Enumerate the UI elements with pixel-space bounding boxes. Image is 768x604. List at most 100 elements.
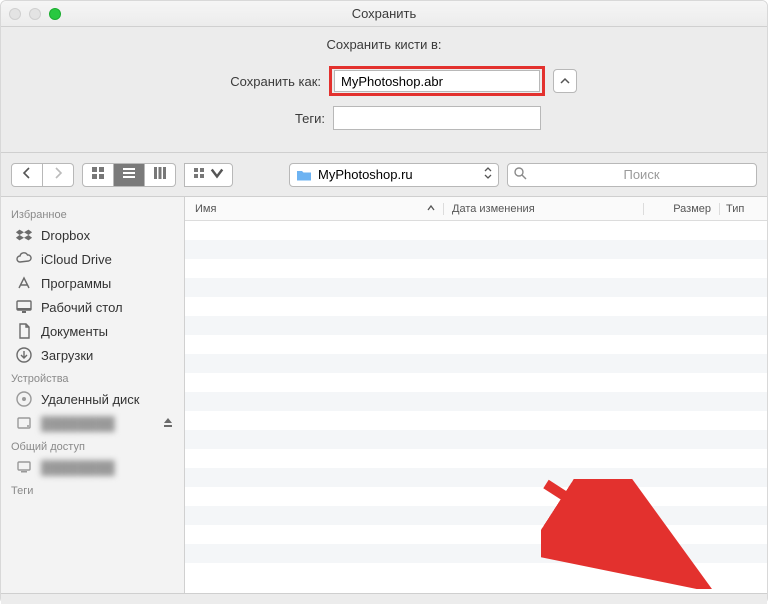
table-row bbox=[185, 240, 767, 259]
back-button[interactable] bbox=[11, 163, 43, 187]
file-listing: Имя Дата изменения Размер Тип bbox=[185, 197, 767, 593]
table-row bbox=[185, 525, 767, 544]
sidebar-item-disk[interactable]: ████████ bbox=[1, 411, 184, 435]
sidebar-item-label: ████████ bbox=[41, 460, 115, 475]
group-icon bbox=[193, 166, 207, 183]
sidebar-item-dropbox[interactable]: Dropbox bbox=[1, 223, 184, 247]
group-by-button[interactable] bbox=[184, 163, 233, 187]
sidebar-item-shared-computer[interactable]: ████████ bbox=[1, 455, 184, 479]
table-row bbox=[185, 487, 767, 506]
table-row bbox=[185, 411, 767, 430]
table-row bbox=[185, 259, 767, 278]
table-row bbox=[185, 221, 767, 240]
table-row bbox=[185, 297, 767, 316]
sidebar-item-label: ████████ bbox=[41, 416, 115, 431]
documents-icon bbox=[15, 322, 33, 340]
filename-highlight bbox=[329, 66, 545, 96]
column-date-label: Дата изменения bbox=[452, 203, 535, 215]
list-view-button[interactable] bbox=[114, 163, 145, 187]
sidebar-item-applications[interactable]: Программы bbox=[1, 271, 184, 295]
sidebar: Избранное Dropbox iCloud Drive Программы… bbox=[1, 197, 185, 593]
column-name[interactable]: Имя bbox=[185, 203, 443, 215]
folder-popup[interactable]: MyPhotoshop.ru bbox=[289, 163, 499, 187]
icon-view-button[interactable] bbox=[82, 163, 114, 187]
sidebar-item-remote-disk[interactable]: Удаленный диск bbox=[1, 387, 184, 411]
table-row bbox=[185, 468, 767, 487]
table-row bbox=[185, 544, 767, 563]
sidebar-item-label: Dropbox bbox=[41, 228, 90, 243]
column-type-label: Тип bbox=[726, 203, 744, 215]
sidebar-item-label: Загрузки bbox=[41, 348, 93, 363]
column-name-label: Имя bbox=[195, 203, 216, 215]
folder-name: MyPhotoshop.ru bbox=[318, 167, 413, 182]
browser-main: Избранное Dropbox iCloud Drive Программы… bbox=[1, 197, 767, 593]
column-date[interactable]: Дата изменения bbox=[443, 203, 643, 215]
sidebar-item-label: Рабочий стол bbox=[41, 300, 123, 315]
table-row bbox=[185, 392, 767, 411]
chevron-down-icon bbox=[210, 166, 224, 183]
sidebar-item-documents[interactable]: Документы bbox=[1, 319, 184, 343]
table-row bbox=[185, 354, 767, 373]
dropbox-icon bbox=[15, 226, 33, 244]
sidebar-item-icloud[interactable]: iCloud Drive bbox=[1, 247, 184, 271]
table-row bbox=[185, 335, 767, 354]
desktop-icon bbox=[15, 298, 33, 316]
sidebar-favorites-heading: Избранное bbox=[1, 203, 184, 223]
save-as-input[interactable] bbox=[334, 70, 540, 92]
disk-icon bbox=[15, 414, 33, 432]
computer-icon bbox=[15, 458, 33, 476]
table-row bbox=[185, 373, 767, 392]
downloads-icon bbox=[15, 346, 33, 364]
table-row bbox=[185, 316, 767, 335]
tags-label: Теги: bbox=[195, 111, 325, 126]
nav-back-forward bbox=[11, 163, 74, 187]
save-panel-header: Сохранить кисти в: Сохранить как: Теги: bbox=[1, 27, 767, 153]
table-row bbox=[185, 278, 767, 297]
sidebar-item-label: Удаленный диск bbox=[41, 392, 139, 407]
titlebar: Сохранить bbox=[1, 1, 767, 27]
applications-icon bbox=[15, 274, 33, 292]
chevron-up-icon bbox=[560, 74, 570, 89]
window-title: Сохранить bbox=[1, 6, 767, 21]
chevron-left-icon bbox=[20, 166, 34, 183]
sidebar-tags-heading: Теги bbox=[1, 479, 184, 499]
group-by-group bbox=[184, 163, 233, 187]
sidebar-item-label: iCloud Drive bbox=[41, 252, 112, 267]
sidebar-item-label: Программы bbox=[41, 276, 111, 291]
search-field[interactable]: Поиск bbox=[507, 163, 757, 187]
browser-toolbar: MyPhotoshop.ru Поиск bbox=[1, 153, 767, 197]
column-size[interactable]: Размер bbox=[643, 203, 719, 215]
save-as-label: Сохранить как: bbox=[191, 74, 321, 89]
forward-button[interactable] bbox=[43, 163, 74, 187]
zoom-window-button[interactable] bbox=[49, 8, 61, 20]
column-size-label: Размер bbox=[673, 203, 711, 215]
column-headers: Имя Дата изменения Размер Тип bbox=[185, 197, 767, 221]
eject-icon[interactable] bbox=[162, 416, 174, 431]
sort-asc-icon bbox=[427, 203, 435, 215]
minimize-window-button[interactable] bbox=[29, 8, 41, 20]
traffic-lights bbox=[9, 8, 61, 20]
sidebar-shared-heading: Общий доступ bbox=[1, 435, 184, 455]
close-window-button[interactable] bbox=[9, 8, 21, 20]
save-as-row: Сохранить как: bbox=[1, 66, 767, 96]
grid-icon bbox=[91, 166, 105, 183]
column-type[interactable]: Тип bbox=[719, 203, 767, 215]
sidebar-item-label: Документы bbox=[41, 324, 108, 339]
sidebar-item-downloads[interactable]: Загрузки bbox=[1, 343, 184, 367]
column-view-button[interactable] bbox=[145, 163, 176, 187]
remote-disk-icon bbox=[15, 390, 33, 408]
expand-collapse-button[interactable] bbox=[553, 69, 577, 93]
chevron-right-icon bbox=[51, 166, 65, 183]
table-row bbox=[185, 449, 767, 468]
search-placeholder: Поиск bbox=[533, 167, 750, 182]
bottom-bar: Скрыть расширение Новая папка Отменить С… bbox=[1, 593, 767, 604]
table-row bbox=[185, 430, 767, 449]
view-mode-group bbox=[82, 163, 176, 187]
file-rows[interactable] bbox=[185, 221, 767, 593]
updown-icon bbox=[484, 167, 492, 182]
tags-input[interactable] bbox=[333, 106, 541, 130]
search-icon bbox=[514, 167, 527, 183]
tags-row: Теги: bbox=[1, 106, 767, 130]
table-row bbox=[185, 563, 767, 582]
sidebar-item-desktop[interactable]: Рабочий стол bbox=[1, 295, 184, 319]
